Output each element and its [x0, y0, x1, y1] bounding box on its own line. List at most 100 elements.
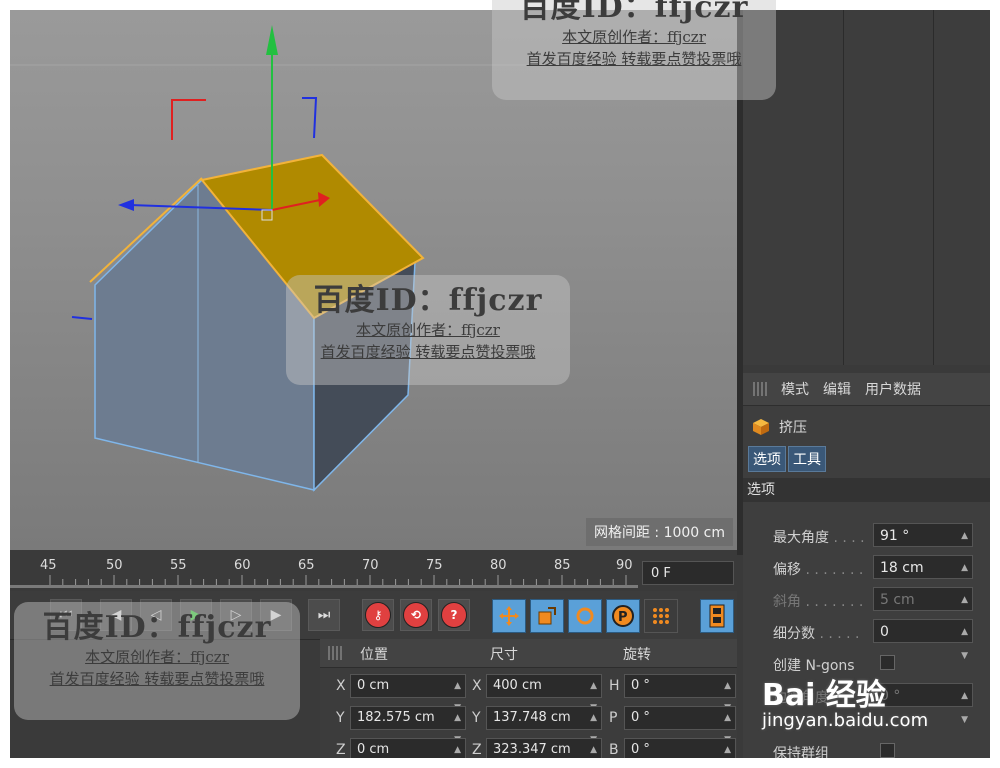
timeline[interactable]: 45 50 55 60 65 70 75 80 85 90 0 F	[10, 555, 737, 589]
axis-label: Y	[336, 710, 345, 726]
film-strip-icon	[709, 604, 725, 628]
prop-keep-groups: 保持群组	[743, 737, 990, 758]
scale-tool-button[interactable]	[530, 599, 564, 633]
baidu-url: jingyan.baidu.com	[762, 710, 929, 731]
auto-record-icon: ⟲	[403, 602, 429, 628]
baidu-brand: Bai 经验	[762, 678, 886, 713]
extrude-icon	[753, 419, 769, 435]
tab-options[interactable]: 选项	[748, 446, 786, 472]
coord-row-z: Z 0 cm▲▼ Z 323.347 cm▲▼ B 0 °▲▼	[320, 735, 737, 758]
panel-grip-icon[interactable]	[753, 382, 767, 396]
prop-bevel: 斜角 . . . . . . . 5 cm▲▼	[743, 585, 990, 629]
tick-label: 45	[40, 558, 57, 573]
prop-label: 细分数	[773, 626, 815, 642]
object-name: 挤压	[779, 420, 807, 436]
coord-row-y: Y 182.575 cm▲▼ Y 137.748 cm▲▼ P 0 °▲▼	[320, 703, 737, 745]
keyframe-help-button[interactable]: ?	[438, 599, 470, 631]
header-position: 位置	[360, 647, 388, 663]
prop-offset: 偏移 . . . . . . . 18 cm▲▼	[743, 553, 990, 597]
y-axis-arrow	[266, 25, 278, 55]
size-y-input[interactable]: 137.748 cm▲▼	[486, 706, 602, 745]
watermark-title: 百度ID：ffjczr	[42, 610, 272, 645]
prop-label: 斜角	[773, 594, 801, 610]
svg-text:P: P	[618, 610, 628, 625]
rotate-tool-button[interactable]	[568, 599, 602, 633]
size-z-input[interactable]: 323.347 cm▲▼	[486, 738, 602, 758]
axis-label: X	[336, 678, 346, 694]
rotation-h-input[interactable]: 0 °▲▼	[624, 674, 736, 713]
dots-menu-button[interactable]	[644, 599, 678, 633]
prop-label: 保持群组	[773, 746, 829, 758]
section-options-title: 选项	[743, 478, 990, 502]
tick-label: 75	[426, 558, 443, 573]
position-x-input[interactable]: 0 cm▲▼	[350, 674, 466, 713]
position-z-input[interactable]: 0 cm▲▼	[350, 738, 466, 758]
prop-label: 最大角度	[773, 530, 829, 546]
menu-user-data[interactable]: 用户数据	[865, 379, 921, 399]
attribute-menu-bar: 模式 编辑 用户数据	[743, 373, 990, 406]
watermark-author: 本文原创作者：ffjczr	[85, 648, 229, 666]
create-ngons-checkbox[interactable]	[880, 655, 895, 670]
skip-end-icon: ⏭	[317, 607, 331, 623]
axis-label: Y	[472, 710, 481, 726]
film-button[interactable]	[700, 599, 734, 633]
offset-input[interactable]: 18 cm▲▼	[873, 555, 973, 597]
dots-grid-icon	[653, 608, 669, 624]
rotation-p-input[interactable]: 0 °▲▼	[624, 706, 736, 745]
watermark-note: 首发百度经验 转载要点赞投票哦	[526, 50, 742, 68]
pla-button[interactable]: P	[606, 599, 640, 633]
watermark-title: 百度ID：ffjczr	[519, 0, 749, 25]
rotation-b-input[interactable]: 0 °▲▼	[624, 738, 736, 758]
object-manager-panel[interactable]	[743, 10, 990, 365]
menu-mode[interactable]: 模式	[781, 379, 809, 399]
watermark-center: 百度ID：ffjczr 本文原创作者：ffjczr 首发百度经验 转载要点赞投票…	[286, 275, 570, 385]
watermark-note: 首发百度经验 转载要点赞投票哦	[49, 670, 265, 688]
axis-label: X	[472, 678, 482, 694]
prop-subdivision: 细分数 . . . . . 0 ▲ ▼	[743, 617, 990, 661]
watermark-bottom: 百度ID：ffjczr 本文原创作者：ffjczr 首发百度经验 转载要点赞投票…	[14, 602, 300, 720]
coord-row-x: X 0 cm▲▼ X 400 cm▲▼ H 0 °▲▼	[320, 671, 737, 713]
tick-label: 55	[170, 558, 187, 573]
tick-label: 50	[106, 558, 123, 573]
baidu-jingyan-logo: Bai 经验 jingyan.baidu.com	[762, 670, 928, 731]
header-rotation: 旋转	[623, 647, 651, 663]
timeline-ruler[interactable]: 45 50 55 60 65 70 75 80 85 90	[10, 555, 638, 589]
tick-label: 70	[362, 558, 379, 573]
attribute-tabs: 选项 工具	[743, 446, 990, 472]
bevel-input[interactable]: 5 cm▲▼	[873, 587, 973, 629]
tick-label: 85	[554, 558, 571, 573]
tick-label: 80	[490, 558, 507, 573]
position-y-input[interactable]: 182.575 cm▲▼	[350, 706, 466, 745]
axis-label: H	[609, 678, 620, 694]
subdivision-input[interactable]: 0 ▲ ▼	[873, 619, 973, 661]
watermark-author: 本文原创作者：ffjczr	[356, 321, 500, 339]
axis-label: Z	[472, 742, 482, 758]
watermark-top: 百度ID：ffjczr 本文原创作者：ffjczr 首发百度经验 转载要点赞投票…	[492, 0, 776, 100]
go-end-button[interactable]: ⏭	[308, 599, 340, 631]
grid-spacing-readout: 网格间距 : 1000 cm	[585, 518, 733, 546]
rotate-icon	[576, 607, 594, 625]
record-key-button[interactable]: ⚷	[362, 599, 394, 631]
z-axis-arrow	[118, 199, 134, 211]
size-x-input[interactable]: 400 cm▲▼	[486, 674, 602, 713]
watermark-title: 百度ID：ffjczr	[313, 283, 543, 318]
prop-label: 偏移	[773, 562, 801, 578]
move-arrows-icon	[499, 606, 519, 626]
pla-icon: P	[612, 605, 634, 627]
watermark-author: 本文原创作者：ffjczr	[562, 28, 706, 46]
tick-label: 90	[616, 558, 633, 573]
coordinate-manager: 位置 尺寸 旋转 X 0 cm▲▼ X 400 cm▲▼ H 0 °▲▼ Y 1…	[320, 639, 737, 758]
menu-edit[interactable]: 编辑	[823, 379, 851, 399]
header-size: 尺寸	[490, 647, 518, 663]
tick-label: 60	[234, 558, 251, 573]
keep-groups-checkbox[interactable]	[880, 743, 895, 758]
axis-label: B	[609, 742, 619, 758]
question-icon: ?	[441, 602, 467, 628]
panel-grip-icon[interactable]	[328, 646, 342, 660]
move-tool-button[interactable]	[492, 599, 526, 633]
ruler-ticks	[10, 575, 638, 588]
tab-tools[interactable]: 工具	[788, 446, 826, 472]
max-angle-input[interactable]: 91 °▲▼	[873, 523, 973, 565]
current-frame-input[interactable]: 0 F	[642, 561, 734, 585]
auto-key-button[interactable]: ⟲	[400, 599, 432, 631]
